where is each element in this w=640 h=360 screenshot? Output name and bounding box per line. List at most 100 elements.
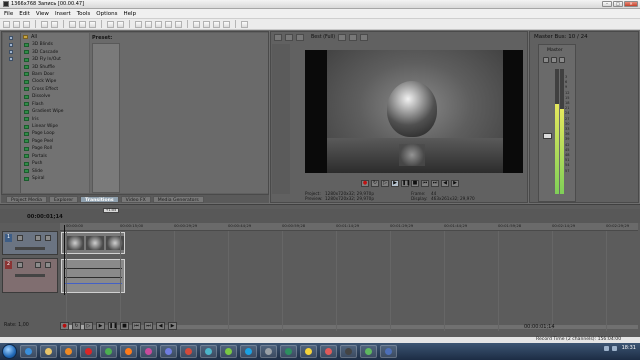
preset-thumbnails[interactable] [92, 43, 120, 193]
loop-button[interactable]: ↻ [371, 180, 379, 187]
taskbar-app-button[interactable] [220, 345, 237, 358]
master-fader[interactable] [543, 133, 552, 139]
prev-frame-button[interactable]: ◀ [156, 322, 165, 330]
list-item[interactable]: Spiral [21, 175, 89, 182]
list-item[interactable]: Linear Wipe [21, 123, 89, 130]
taskbar-app-button[interactable] [380, 345, 397, 358]
list-item[interactable]: Cross Effect [21, 86, 89, 93]
volume-icon[interactable] [611, 345, 617, 351]
taskbar-app-button[interactable] [120, 345, 137, 358]
taskbar-app-button[interactable] [100, 345, 117, 358]
normal-edit-tool-button[interactable] [193, 20, 200, 28]
list-item[interactable]: Page Peel [21, 138, 89, 145]
network-icon[interactable] [603, 345, 609, 351]
menu-options[interactable]: Options [96, 11, 117, 17]
properties-button[interactable] [41, 20, 48, 28]
tab-transitions[interactable]: Transitions [80, 195, 119, 203]
tab-media-generators[interactable]: Media Generators [152, 195, 204, 203]
list-item[interactable]: 3D Shuffle [21, 63, 89, 70]
list-item[interactable]: Slide [21, 167, 89, 174]
taskbar-app-button[interactable] [60, 345, 77, 358]
close-button[interactable]: ✕ [624, 1, 638, 7]
list-item[interactable]: Page Loop [21, 130, 89, 137]
copy-button[interactable] [79, 20, 86, 28]
list-item[interactable]: Push [21, 160, 89, 167]
list-root-item[interactable]: All [21, 33, 89, 41]
taskbar-app-button[interactable] [160, 345, 177, 358]
tab-video-fx[interactable]: Video FX [120, 195, 151, 203]
list-item[interactable]: Flash [21, 101, 89, 108]
video-track-header[interactable]: 1 [2, 231, 58, 255]
fx-icon[interactable] [35, 262, 41, 268]
taskbar-app-button[interactable] [360, 345, 377, 358]
tab-explorer[interactable]: Explorer [48, 195, 79, 203]
auto-crossfade-button[interactable] [145, 20, 152, 28]
menu-help[interactable]: Help [124, 11, 137, 17]
taskbar-app-button[interactable] [240, 345, 257, 358]
envelope-tool-button[interactable] [203, 20, 210, 28]
list-item[interactable]: 3D Fly In/Out [21, 56, 89, 63]
ignore-grouping-button[interactable] [175, 20, 182, 28]
menu-file[interactable]: File [4, 11, 13, 17]
time-ruler[interactable]: 00:00:00 00:00:15;00 00:00:29;29 00:00:44;2… [60, 223, 638, 231]
taskbar-app-button[interactable] [40, 345, 57, 358]
taskbar-app-button[interactable] [260, 345, 277, 358]
next-frame-button[interactable]: ▶ [168, 322, 177, 330]
go-to-start-button[interactable]: ⏮ [132, 322, 141, 330]
ripple-button[interactable] [155, 20, 162, 28]
overlays-button[interactable] [338, 33, 347, 41]
taskbar-app-button[interactable] [200, 345, 217, 358]
go-to-end-button[interactable]: ⏭ [431, 180, 439, 187]
new-project-button[interactable] [3, 20, 10, 28]
play-button[interactable]: ▶ [96, 322, 105, 330]
menu-insert[interactable]: Insert [55, 11, 71, 17]
next-frame-button[interactable]: ▶ [451, 180, 459, 187]
fx-icon[interactable] [35, 235, 41, 241]
taskbar-app-button[interactable] [300, 345, 317, 358]
tab-project-media[interactable]: Project Media [6, 195, 47, 203]
save-snapshot-button[interactable] [360, 33, 369, 41]
go-to-end-button[interactable]: ⏭ [144, 322, 153, 330]
mute-icon[interactable] [551, 57, 557, 63]
help-button[interactable] [241, 20, 248, 28]
zoom-tool-button[interactable] [223, 20, 230, 28]
project-properties-button[interactable] [274, 33, 282, 41]
open-button[interactable] [13, 20, 20, 28]
list-item[interactable]: Clock Wipe [21, 78, 89, 85]
mute-icon[interactable] [45, 235, 51, 241]
loop-button[interactable]: ↻ [72, 322, 81, 330]
selection-tool-button[interactable] [213, 20, 220, 28]
list-item[interactable]: Barn Door [21, 71, 89, 78]
list-item[interactable]: Iris [21, 115, 89, 122]
play-from-start-button[interactable]: ▷ [84, 322, 93, 330]
stop-button[interactable]: ■ [120, 322, 129, 330]
copy-snapshot-button[interactable] [349, 33, 358, 41]
maximize-button[interactable]: □ [613, 1, 623, 7]
external-monitor-button[interactable] [285, 33, 293, 41]
save-button[interactable] [23, 20, 30, 28]
volume-slider[interactable] [15, 274, 45, 277]
redo-button[interactable] [117, 20, 124, 28]
video-clip[interactable] [61, 232, 125, 254]
cut-button[interactable] [69, 20, 76, 28]
taskbar-app-button[interactable] [180, 345, 197, 358]
audio-clip[interactable] [61, 259, 125, 293]
list-item[interactable]: 3D Blinds [21, 41, 89, 48]
taskbar-app-button[interactable] [280, 345, 297, 358]
mute-icon[interactable] [45, 262, 51, 268]
render-button[interactable] [51, 20, 58, 28]
lock-envelopes-button[interactable] [165, 20, 172, 28]
paste-button[interactable] [89, 20, 96, 28]
list-item[interactable]: Page Roll [21, 145, 89, 152]
list-item[interactable]: 3D Cascade [21, 48, 89, 55]
split-screen-button[interactable] [296, 33, 304, 41]
list-item[interactable]: Portals [21, 153, 89, 160]
preview-quality-dropdown[interactable]: Best (Full) [311, 35, 335, 40]
solo-icon[interactable] [559, 57, 565, 63]
expand-icon[interactable] [17, 262, 23, 268]
taskbar-app-button[interactable] [20, 345, 37, 358]
record-button[interactable]: ● [361, 180, 369, 187]
taskbar-app-button[interactable] [320, 345, 337, 358]
pause-button[interactable]: ❚❚ [401, 180, 410, 187]
snapping-button[interactable] [135, 20, 142, 28]
